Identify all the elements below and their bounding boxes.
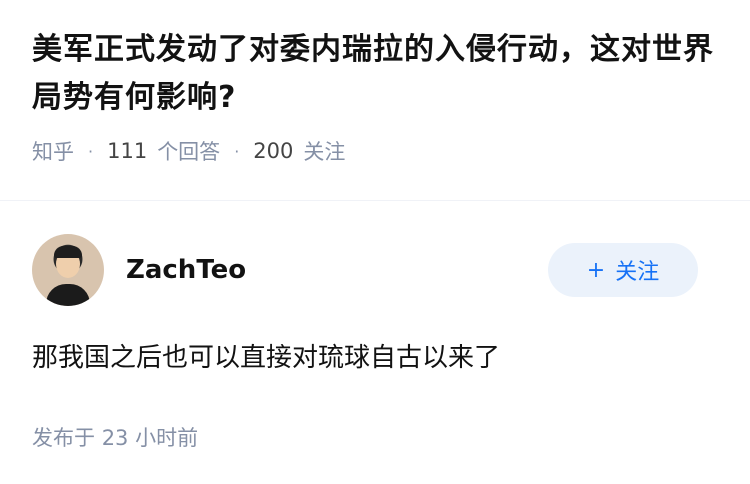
follower-count-label: 关注	[303, 140, 346, 164]
follower-count: 200	[253, 139, 294, 163]
answer-card: ZachTeo + 关注 那我国之后也可以直接对琉球自古以来了 发布于 23 小…	[0, 200, 750, 452]
plus-icon: +	[586, 257, 606, 283]
author-row: ZachTeo + 关注	[32, 234, 718, 306]
publish-time: 发布于 23 小时前	[32, 422, 718, 452]
published-time: 23 小时前	[101, 426, 199, 450]
avatar[interactable]	[32, 234, 104, 306]
question-title[interactable]: 美军正式发动了对委内瑞拉的入侵行动，这对世界局势有何影响?	[32, 26, 718, 122]
source-label[interactable]: 知乎	[32, 136, 74, 166]
answer-content[interactable]: 那我国之后也可以直接对琉球自古以来了	[32, 340, 718, 376]
answer-count: 111	[107, 139, 148, 163]
question-meta: 知乎 · 111 个回答 · 200 关注	[32, 136, 718, 166]
follow-button[interactable]: + 关注	[548, 243, 698, 297]
separator-dot: ·	[88, 141, 94, 161]
answer-count-label[interactable]: 个回答	[157, 136, 220, 166]
author-name[interactable]: ZachTeo	[126, 255, 246, 285]
published-prefix: 发布于	[32, 426, 95, 450]
question-header: 美军正式发动了对委内瑞拉的入侵行动，这对世界局势有何影响? 知乎 · 111 个…	[0, 0, 750, 200]
separator-dot: ·	[234, 141, 240, 161]
follow-button-label: 关注	[615, 260, 660, 285]
